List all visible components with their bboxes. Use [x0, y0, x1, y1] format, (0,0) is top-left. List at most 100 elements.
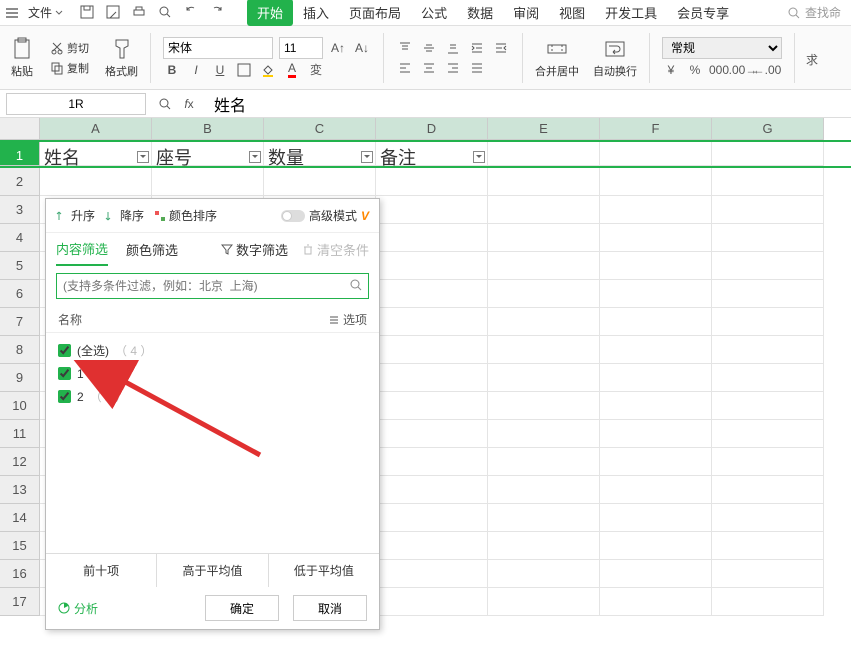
cell[interactable]	[600, 420, 712, 448]
cell[interactable]	[376, 280, 488, 308]
clear-filter-link[interactable]: 清空条件	[302, 240, 369, 259]
zoom-icon[interactable]	[156, 95, 174, 113]
border-icon[interactable]	[235, 61, 253, 79]
indent-right-icon[interactable]	[492, 39, 510, 57]
options-link[interactable]: 选项	[328, 311, 367, 328]
cell[interactable]	[376, 588, 488, 616]
cell[interactable]	[712, 224, 824, 252]
increase-decimal-icon[interactable]: .00→	[734, 61, 752, 79]
col-header-c[interactable]: C	[264, 118, 376, 140]
increase-font-icon[interactable]: A↑	[329, 39, 347, 57]
cell[interactable]	[376, 336, 488, 364]
redo-icon[interactable]	[209, 4, 227, 22]
fx-icon[interactable]: fx	[180, 95, 198, 113]
tab-dev[interactable]: 开发工具	[595, 0, 667, 26]
cell[interactable]	[712, 532, 824, 560]
row-header-16[interactable]: 16	[0, 560, 40, 588]
cell[interactable]	[488, 532, 600, 560]
ok-button[interactable]: 确定	[205, 595, 279, 621]
cell-a1[interactable]: 姓名	[40, 142, 152, 166]
row-header-13[interactable]: 13	[0, 476, 40, 504]
align-bottom-icon[interactable]	[444, 39, 462, 57]
top10-button[interactable]: 前十项	[46, 554, 157, 587]
filter-item-2[interactable]: 2 （ 2 ）	[58, 385, 367, 408]
cell[interactable]	[488, 280, 600, 308]
sort-asc-button[interactable]: 升序	[56, 207, 95, 224]
cell[interactable]	[600, 224, 712, 252]
format-painter-button[interactable]: 格式刷	[101, 35, 142, 81]
row-header-15[interactable]: 15	[0, 532, 40, 560]
tab-review[interactable]: 审阅	[503, 0, 549, 26]
tab-color-filter[interactable]: 颜色筛选	[126, 234, 178, 265]
cell[interactable]	[264, 168, 376, 196]
comma-icon[interactable]: 000	[710, 61, 728, 79]
cell[interactable]	[488, 476, 600, 504]
cell[interactable]	[600, 448, 712, 476]
col-header-d[interactable]: D	[376, 118, 488, 140]
checkbox-1[interactable]	[58, 367, 71, 380]
above-avg-button[interactable]: 高于平均值	[157, 554, 268, 587]
cell[interactable]	[600, 504, 712, 532]
cell[interactable]	[600, 308, 712, 336]
indent-left-icon[interactable]	[468, 39, 486, 57]
decrease-decimal-icon[interactable]: ←.00	[758, 61, 776, 79]
cell[interactable]	[600, 336, 712, 364]
col-header-e[interactable]: E	[488, 118, 600, 140]
row-header-14[interactable]: 14	[0, 504, 40, 532]
cell[interactable]	[600, 392, 712, 420]
cell-e1[interactable]	[488, 142, 600, 166]
align-center-icon[interactable]	[420, 59, 438, 77]
cell[interactable]	[488, 448, 600, 476]
cell[interactable]	[376, 532, 488, 560]
copy-button[interactable]: 复制	[48, 59, 91, 77]
filter-dropdown-b[interactable]	[249, 151, 261, 163]
file-menu[interactable]: 文件	[22, 2, 69, 23]
cell-f1[interactable]	[600, 142, 712, 166]
cell[interactable]	[712, 168, 824, 196]
checkbox-all[interactable]	[58, 344, 71, 357]
col-header-a[interactable]: A	[40, 118, 152, 140]
italic-icon[interactable]: I	[187, 61, 205, 79]
filter-dropdown-d[interactable]	[473, 151, 485, 163]
cell[interactable]	[488, 420, 600, 448]
cell[interactable]	[488, 364, 600, 392]
col-header-g[interactable]: G	[712, 118, 824, 140]
preview-icon[interactable]	[157, 4, 175, 22]
row-header-17[interactable]: 17	[0, 588, 40, 616]
cell[interactable]	[600, 588, 712, 616]
cell[interactable]	[488, 168, 600, 196]
cell[interactable]	[488, 308, 600, 336]
advanced-toggle[interactable]: 高级模式 V	[281, 207, 369, 224]
phonetic-icon[interactable]: 変	[307, 61, 325, 79]
cell[interactable]	[600, 196, 712, 224]
cell[interactable]	[600, 476, 712, 504]
cell[interactable]	[712, 588, 824, 616]
cell[interactable]	[488, 392, 600, 420]
color-sort-button[interactable]: 颜色排序	[154, 207, 217, 224]
sum-icon[interactable]: 求	[803, 51, 821, 69]
cell-d1[interactable]: 备注	[376, 142, 488, 166]
tab-view[interactable]: 视图	[549, 0, 595, 26]
align-left-icon[interactable]	[396, 59, 414, 77]
cell[interactable]	[712, 448, 824, 476]
row-header-9[interactable]: 9	[0, 364, 40, 392]
cut-button[interactable]: 剪切	[48, 39, 91, 57]
below-avg-button[interactable]: 低于平均值	[269, 554, 379, 587]
row-header-10[interactable]: 10	[0, 392, 40, 420]
cancel-button[interactable]: 取消	[293, 595, 367, 621]
filter-dropdown-a[interactable]	[137, 151, 149, 163]
cell[interactable]	[488, 588, 600, 616]
cell-b1[interactable]: 座号	[152, 142, 264, 166]
cell[interactable]	[376, 196, 488, 224]
row-header-1[interactable]: 1	[0, 142, 40, 166]
cell[interactable]	[712, 476, 824, 504]
font-name-select[interactable]	[163, 37, 273, 59]
search-icon[interactable]	[349, 278, 363, 295]
row-header-12[interactable]: 12	[0, 448, 40, 476]
print-icon[interactable]	[131, 4, 149, 22]
cell[interactable]	[376, 168, 488, 196]
cell[interactable]	[712, 280, 824, 308]
col-header-b[interactable]: B	[152, 118, 264, 140]
cell[interactable]	[376, 364, 488, 392]
cell[interactable]	[376, 476, 488, 504]
